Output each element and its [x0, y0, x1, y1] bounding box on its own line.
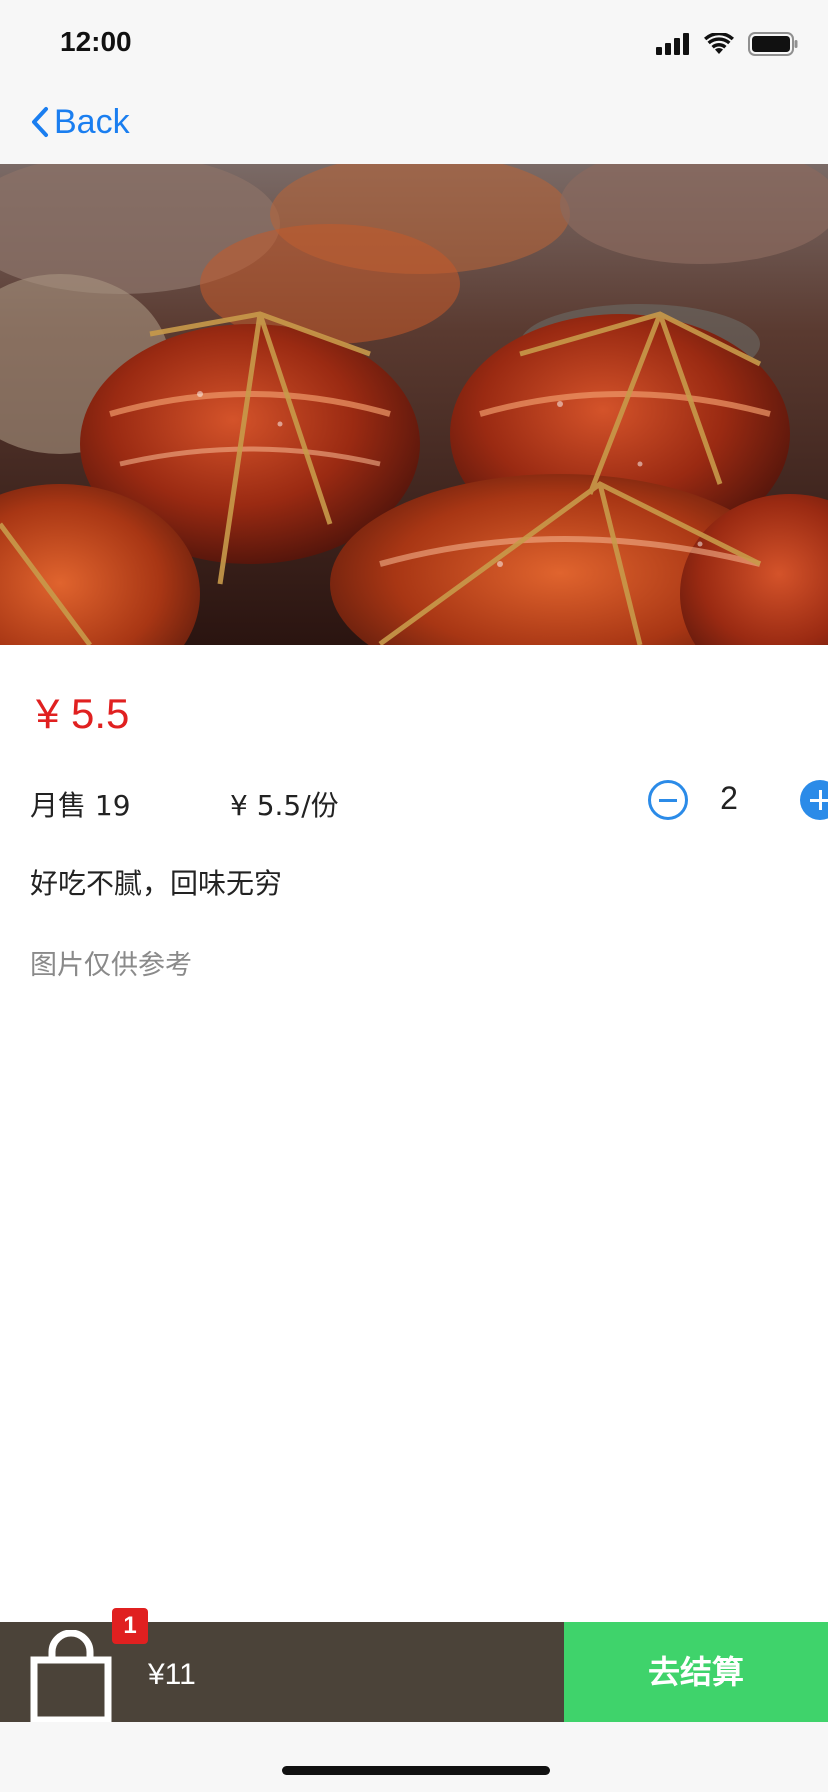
status-icons	[656, 30, 798, 58]
quantity-stepper: 2	[648, 780, 828, 824]
food-photo	[0, 164, 828, 645]
product-meta-row: 月售 19 ¥ 5.5/份 2	[30, 780, 828, 824]
monthly-sales: 月售 19	[30, 789, 131, 822]
shopping-bag-icon[interactable]	[30, 1630, 114, 1722]
home-indicator-area	[0, 1722, 828, 1792]
decrease-quantity-button[interactable]	[648, 780, 688, 820]
chevron-left-icon	[32, 107, 48, 137]
wifi-icon	[704, 33, 734, 54]
home-indicator[interactable]	[282, 1766, 550, 1775]
cart-count-badge: 1	[112, 1608, 148, 1644]
product-price: ¥ 5.5	[36, 690, 130, 737]
back-button[interactable]: Back	[30, 98, 130, 146]
back-label: Back	[54, 102, 130, 141]
checkout-button[interactable]: 去结算	[564, 1622, 828, 1722]
navigation-bar: Back	[0, 82, 828, 164]
increase-quantity-button[interactable]	[800, 780, 828, 820]
cart-total: ¥11	[148, 1658, 196, 1691]
cellular-signal-icon	[656, 33, 689, 55]
product-image	[0, 164, 828, 645]
status-time: 12:00	[60, 26, 132, 57]
product-description: 好吃不腻，回味无穷	[30, 867, 283, 900]
battery-icon	[748, 32, 798, 56]
image-disclaimer: 图片仅供参考	[30, 950, 192, 981]
quantity-value: 2	[720, 780, 738, 816]
unit-price: ¥ 5.5/份	[230, 789, 339, 822]
screen: 12:00 Back ¥ 5.5 月售 19 ¥ 5.5/份 2 好吃不腻，回味…	[0, 0, 828, 1792]
status-bar: 12:00	[0, 0, 828, 82]
